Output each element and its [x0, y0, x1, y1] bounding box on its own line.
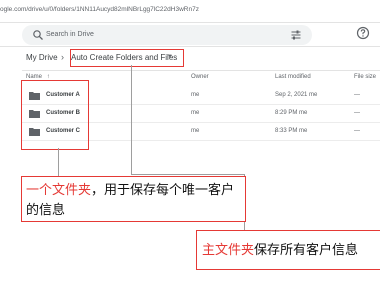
search-input[interactable]: Search in Drive [46, 31, 94, 38]
column-owner[interactable]: Owner [191, 74, 209, 80]
tune-icon[interactable] [290, 29, 302, 41]
breadcrumb-my-drive[interactable]: My Drive [26, 53, 58, 62]
main-folder-annotation-callout: 主文件夹保存所有客户信息 [196, 230, 380, 270]
modified-cell: 8:33 PM me [275, 128, 308, 134]
modified-cell: 8:29 PM me [275, 110, 308, 116]
column-last-modified[interactable]: Last modified [275, 74, 311, 80]
folders-highlight-box [21, 80, 89, 150]
browser-address-bar[interactable]: ogle.com/drive/u/0/folders/1NN11Aucyd82m… [0, 0, 380, 23]
size-cell: — [354, 92, 360, 98]
main-folder-annotation-text: 主文件夹保存所有客户信息 [202, 242, 359, 257]
owner-cell: me [191, 92, 200, 98]
url-text[interactable]: ogle.com/drive/u/0/folders/1NN11Aucyd82m… [0, 6, 199, 13]
breadcrumb-separator: › [61, 52, 64, 62]
search-bar[interactable]: Search in Drive [22, 25, 312, 45]
size-cell: — [354, 128, 360, 134]
help-icon[interactable] [356, 26, 370, 40]
modified-cell: Sep 2, 2021 me [275, 92, 318, 98]
main-folder-highlight-box [70, 49, 184, 67]
column-file-size[interactable]: File size [354, 74, 376, 80]
size-cell: — [354, 110, 360, 116]
header-divider [0, 46, 380, 47]
folder-annotation-callout: 一个文件夹，用于保存每个唯一客户的信息 [21, 176, 246, 222]
connector-line [131, 174, 244, 175]
connector-line [58, 148, 59, 176]
owner-cell: me [191, 128, 200, 134]
search-icon [33, 30, 43, 40]
owner-cell: me [191, 110, 200, 116]
folder-annotation-text: 一个文件夹，用于保存每个唯一客户的信息 [26, 182, 235, 217]
table-header-divider [22, 70, 380, 71]
connector-line [131, 65, 132, 174]
